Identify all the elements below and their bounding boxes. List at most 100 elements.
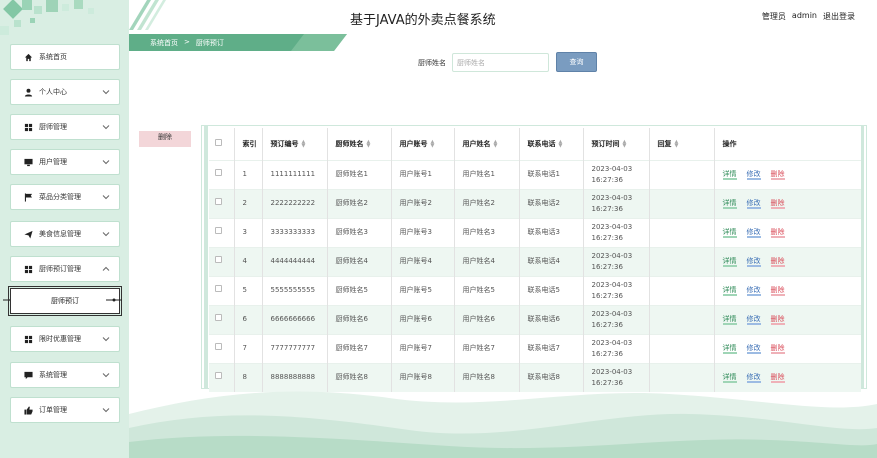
cell-account: 用户账号4 (391, 246, 455, 276)
detail-link[interactable]: 详情 (722, 170, 737, 180)
edit-link[interactable]: 修改 (746, 257, 761, 267)
edit-link[interactable]: 修改 (746, 344, 761, 354)
checkbox[interactable] (215, 169, 222, 176)
sidebar-item-label: 订单管理 (39, 406, 67, 414)
checkbox[interactable] (215, 285, 222, 292)
header-time[interactable]: 预订时间 ▲ ▼ (583, 128, 650, 160)
row-select[interactable] (209, 333, 235, 363)
breadcrumb-home[interactable]: 系统首页 (150, 38, 178, 48)
header-account[interactable]: 用户账号 ▲ ▼ (391, 128, 455, 160)
cell-chef-name: 厨师姓名4 (327, 246, 392, 276)
edit-link[interactable]: 修改 (746, 199, 761, 209)
detail-link[interactable]: 详情 (722, 199, 737, 209)
header-label: 联系电话 (527, 139, 556, 148)
cell-date: 2023-04-03 (591, 251, 633, 260)
header-chef-name[interactable]: 厨师姓名 ▲ ▼ (327, 128, 392, 160)
cell-reply (649, 159, 715, 189)
header-user-name[interactable]: 用户姓名 ▲ ▼ (454, 128, 520, 160)
sidebar-item-home[interactable]: 系统首页 (10, 44, 120, 70)
checkbox[interactable] (215, 343, 222, 350)
detail-link[interactable]: 详情 (722, 228, 737, 238)
table-row: 2 2222222222 厨师姓名2 用户账号2 用户姓名2 联系电话2 2023-04-0… (209, 188, 861, 218)
sidebar-item-promo[interactable]: 限时优惠管理 (10, 326, 120, 352)
sidebar-item-chef-booking[interactable]: 厨师预订管理 (10, 256, 120, 282)
header-select-all[interactable] (209, 128, 235, 160)
cell-chef-name: 厨师姓名6 (327, 304, 392, 334)
edit-link[interactable]: 修改 (746, 228, 761, 238)
sidebar-item-label: 厨师预订管理 (39, 265, 81, 273)
logout-link[interactable]: 退出登录 (823, 11, 855, 22)
monitor-icon (24, 158, 33, 167)
cell-index: 4 (234, 246, 263, 276)
sort-icon[interactable]: ▲ ▼ (494, 139, 498, 148)
checkbox[interactable] (215, 372, 222, 380)
detail-link[interactable]: 详情 (722, 286, 737, 296)
send-icon (24, 230, 33, 239)
submenu-item-chef-booking[interactable]: 厨师预订 (8, 286, 122, 316)
batch-delete-button[interactable]: 删除 (139, 131, 191, 147)
sort-icon[interactable]: ▲ ▼ (623, 139, 627, 148)
delete-link[interactable]: 删除 (770, 170, 785, 180)
sidebar-item-food[interactable]: 美食信息管理 (10, 221, 120, 247)
sidebar-item-chef[interactable]: 厨师管理 (10, 114, 120, 140)
checkbox[interactable] (215, 227, 222, 234)
header-phone[interactable]: 联系电话 ▲ ▼ (519, 128, 584, 160)
search-button[interactable]: 查询 (556, 52, 597, 72)
sort-icon[interactable]: ▲ ▼ (431, 139, 435, 148)
cell-user-name: 用户姓名2 (454, 188, 520, 218)
cell-index: 7 (234, 333, 263, 363)
delete-link[interactable]: 删除 (770, 286, 785, 296)
sort-icon[interactable]: ▲ ▼ (302, 139, 306, 148)
cell-date: 2023-04-03 (591, 280, 633, 289)
resize-handle-right (106, 298, 122, 302)
row-select[interactable] (209, 159, 235, 189)
cell-clock: 16:27:36 (591, 175, 623, 184)
edit-link[interactable]: 修改 (746, 170, 761, 180)
checkbox[interactable] (215, 139, 222, 147)
sort-icon[interactable]: ▲ ▼ (367, 139, 371, 148)
table-row: 5 5555555555 厨师姓名5 用户账号5 用户姓名5 联系电话5 2023-04-0… (209, 275, 861, 305)
header-order-no[interactable]: 预订编号 ▲ ▼ (262, 128, 328, 160)
cell-chef-name: 厨师姓名7 (327, 333, 392, 363)
header-decoration (129, 0, 166, 30)
detail-link[interactable]: 详情 (722, 257, 737, 267)
edit-link[interactable]: 修改 (746, 373, 761, 384)
delete-link[interactable]: 删除 (770, 344, 785, 354)
cell-date: 2023-04-03 (591, 338, 633, 347)
delete-link[interactable]: 删除 (770, 315, 785, 325)
delete-link[interactable]: 删除 (770, 373, 785, 384)
row-select[interactable] (209, 246, 235, 276)
table-row: 1 1111111111 厨师姓名1 用户账号1 用户姓名1 联系电话1 2023-04-0… (209, 159, 861, 189)
cell-ops: 详情 修改 删除 (714, 159, 861, 189)
row-select[interactable] (209, 188, 235, 218)
search-input[interactable] (452, 53, 549, 72)
row-select[interactable] (209, 217, 235, 247)
header-reply[interactable]: 回复 ▲ ▼ (649, 128, 715, 160)
sort-icon[interactable]: ▲ ▼ (559, 139, 563, 148)
row-select[interactable] (209, 275, 235, 305)
sidebar-item-label: 限时优惠管理 (39, 335, 81, 343)
detail-link[interactable]: 详情 (722, 344, 737, 354)
detail-link[interactable]: 详情 (722, 315, 737, 325)
edit-link[interactable]: 修改 (746, 286, 761, 296)
row-select[interactable] (209, 304, 235, 334)
checkbox[interactable] (215, 314, 222, 321)
header-label: 回复 (657, 139, 672, 148)
delete-link[interactable]: 删除 (770, 257, 785, 267)
detail-link[interactable]: 详情 (722, 373, 737, 384)
cell-account: 用户账号5 (391, 275, 455, 305)
checkbox[interactable] (215, 256, 222, 263)
table-row: 7 7777777777 厨师姓名7 用户账号7 用户姓名7 联系电话7 2023-04-0… (209, 333, 861, 363)
sidebar-item-users[interactable]: 用户管理 (10, 149, 120, 175)
edit-link[interactable]: 修改 (746, 315, 761, 325)
delete-link[interactable]: 删除 (770, 199, 785, 209)
breadcrumb-separator: > (184, 38, 190, 46)
sidebar-item-category[interactable]: 菜品分类管理 (10, 184, 120, 210)
cell-user-name: 用户姓名3 (454, 217, 520, 247)
sort-icon[interactable]: ▲ ▼ (675, 139, 679, 148)
sidebar-item-personal[interactable]: 个人中心 (10, 79, 120, 105)
delete-link[interactable]: 删除 (770, 228, 785, 238)
sidebar-item-orders[interactable]: 订单管理 (10, 397, 120, 423)
checkbox[interactable] (215, 198, 222, 205)
sidebar-item-system[interactable]: 系统管理 (10, 362, 120, 388)
